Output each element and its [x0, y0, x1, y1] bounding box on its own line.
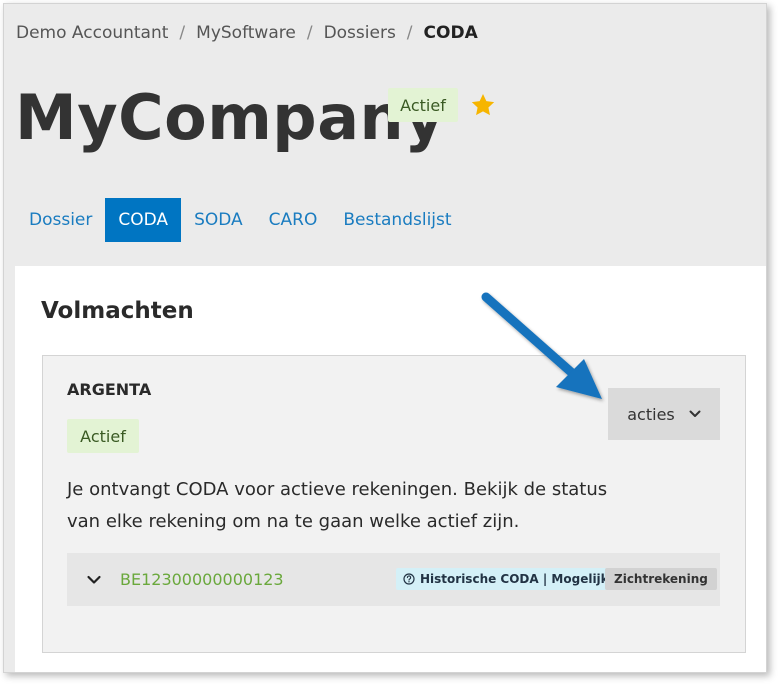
star-icon[interactable] [470, 92, 496, 118]
bank-name: ARGENTA [67, 380, 152, 399]
tab-coda[interactable]: CODA [105, 198, 182, 242]
tab-caro[interactable]: CARO [256, 198, 331, 242]
actions-label: acties [627, 404, 675, 424]
breadcrumb-item-accountant[interactable]: Demo Accountant [16, 23, 168, 43]
page-title: MyCompany [15, 81, 446, 154]
breadcrumb-separator: / [406, 23, 413, 43]
section-title: Volmachten [41, 298, 194, 324]
account-type-badge: Zichtrekening [605, 568, 717, 590]
account-iban-link[interactable]: BE12300000000123 [120, 553, 284, 606]
breadcrumb-item-software[interactable]: MySoftware [196, 23, 296, 43]
mandate-card: ARGENTA Actief acties Je ontvangt CODA v… [42, 355, 746, 653]
breadcrumb-current: CODA [423, 23, 478, 43]
description-line-1: Je ontvangt CODA voor actieve rekeningen… [67, 479, 608, 500]
app-window: Demo Accountant / MySoftware / Dossiers … [3, 3, 767, 673]
annotation-arrow [481, 292, 602, 399]
mandate-status-badge: Actief [67, 419, 139, 453]
chevron-down-icon [689, 410, 701, 417]
history-coda-badge: Historische CODA | Mogelijk [396, 568, 616, 590]
breadcrumb: Demo Accountant / MySoftware / Dossiers … [16, 22, 478, 44]
content-panel: Volmachten ARGENTA Actief acties Je ontv… [15, 266, 766, 672]
help-circle-icon [403, 573, 415, 585]
tab-bar: Dossier CODA SODA CARO Bestandslijst [16, 198, 465, 242]
status-badge: Actief [388, 88, 458, 122]
tab-bestandslijst[interactable]: Bestandslijst [330, 198, 464, 242]
mandate-description: Je ontvangt CODA voor actieve rekeningen… [67, 474, 667, 538]
breadcrumb-separator: / [179, 23, 186, 43]
tab-dossier[interactable]: Dossier [16, 198, 105, 242]
account-row: BE12300000000123 Historische CODA | Moge… [67, 553, 720, 606]
tab-soda[interactable]: SODA [181, 198, 256, 242]
breadcrumb-separator: / [306, 23, 313, 43]
actions-dropdown-button[interactable]: acties [608, 388, 720, 440]
description-line-2: van elke rekening om na te gaan welke ac… [67, 511, 520, 532]
history-coda-label: Historische CODA | Mogelijk [420, 572, 609, 586]
chevron-down-icon[interactable] [86, 572, 102, 588]
breadcrumb-item-dossiers[interactable]: Dossiers [324, 23, 396, 43]
